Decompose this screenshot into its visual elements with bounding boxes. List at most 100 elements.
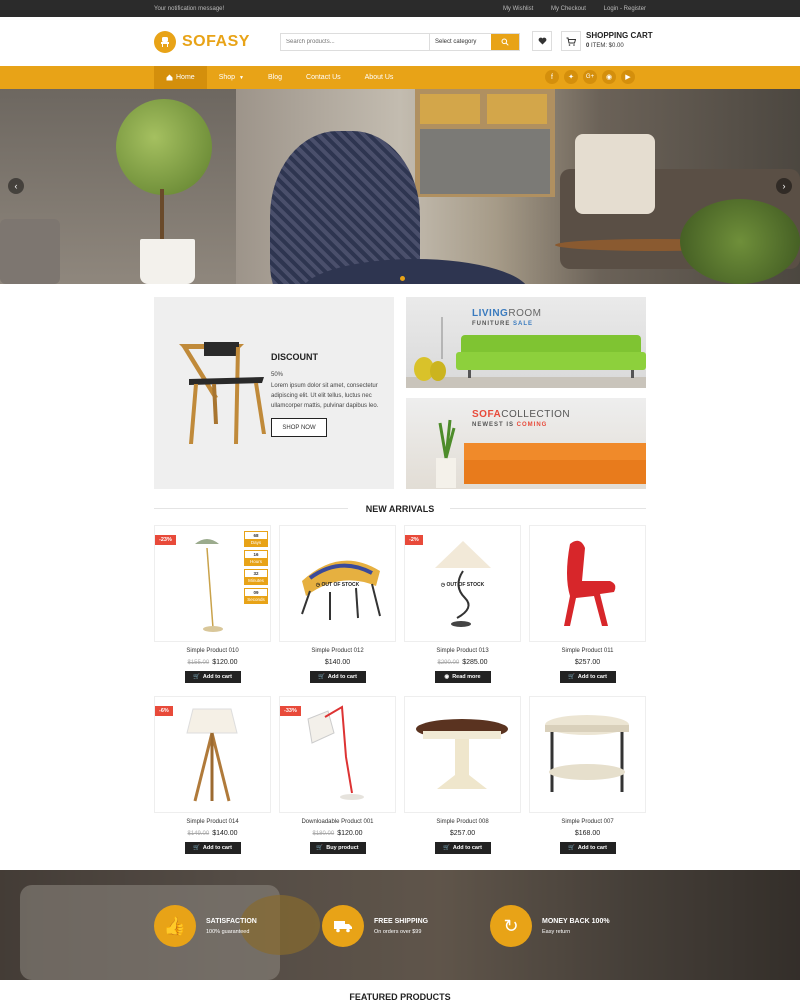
product-name[interactable]: Simple Product 014 [154,819,271,825]
hero-plant [680,199,800,284]
product-image[interactable] [529,696,646,813]
add-to-cart-button[interactable]: 🛒 Add to cart [559,842,616,854]
add-to-cart-button[interactable]: 🛒 Add to cart [184,842,241,854]
product-price: $257.00 [529,659,646,666]
product-name[interactable]: Simple Product 010 [154,648,271,654]
action-label: Read more [452,674,481,680]
product-card[interactable]: -2% ◷ OUT OF STOCK Simple Product 013 $2… [404,525,521,683]
login-register-link[interactable]: Login - Register [604,6,646,12]
round-table-image [416,719,508,789]
product-image[interactable]: -23% 68 Days 16 Hours 32 Minutes 09 Seconds [154,525,271,642]
cart-summary[interactable]: SHOPPING CART 0 ITEM: $0.00 [586,31,653,49]
timer-seconds: 09 Seconds [244,588,268,604]
nav-home[interactable]: Home [154,66,207,89]
buy-product-button[interactable]: 🛒 Buy product [309,842,366,854]
old-price: $155.00 [187,660,210,666]
discount-badge: -23% [155,535,176,545]
checkout-link[interactable]: My Checkout [551,6,586,12]
wishlist-link[interactable]: My Wishlist [503,6,533,12]
product-card[interactable]: Simple Product 007 $168.00 🛒 Add to cart [529,696,646,854]
search-input[interactable] [281,34,429,50]
living-room-banner[interactable]: LIVINGROOM FUNITURE SALE [406,297,646,388]
notification-message: Your notification message! [154,5,225,12]
product-name[interactable]: Simple Product 013 [404,648,521,654]
timer-seconds-value: 09 [253,590,259,595]
nav-contact[interactable]: Contact Us [294,66,353,89]
add-to-cart-button[interactable]: 🛒 Add to cart [309,671,366,683]
slider-next-button[interactable]: › [776,178,792,194]
product-image[interactable] [529,525,646,642]
top-bar: Your notification message! My Wishlist M… [0,0,800,17]
product-image[interactable]: -33% [279,696,396,813]
current-price: $257.00 [574,659,601,666]
countdown-timer: 68 Days 16 Hours 32 Minutes 09 Seconds [244,531,268,607]
google-plus-icon[interactable]: G+ [583,70,597,84]
read-more-button[interactable]: ◉ Read more [434,671,491,683]
add-to-cart-button[interactable]: 🛒 Add to cart [434,842,491,854]
product-image[interactable]: -6% [154,696,271,813]
category-select[interactable]: Select category [429,34,491,50]
youtube-icon[interactable]: ▶ [621,70,635,84]
shop-now-button[interactable]: SHOP NOW [271,418,327,437]
timer-minutes-unit: Minutes [245,577,267,584]
product-card[interactable]: ◷ OUT OF STOCK Simple Product 012 $140.0… [279,525,396,683]
cart-icon: 🛒 [193,674,200,680]
chevron-right-icon: › [782,181,786,191]
product-name[interactable]: Simple Product 007 [529,819,646,825]
nav-about[interactable]: About Us [353,66,406,89]
features-strip: 👍 SATISFACTION 100% guaranteed FREE SHIPP… [0,870,800,980]
cart-icon: 🛒 [316,845,324,851]
action-label: Add to cart [577,674,607,680]
facebook-icon[interactable]: f [545,70,559,84]
product-image[interactable]: -2% ◷ OUT OF STOCK [404,525,521,642]
product-image[interactable]: ◷ OUT OF STOCK [279,525,396,642]
twitter-icon[interactable]: ✦ [564,70,578,84]
product-card[interactable]: -23% 68 Days 16 Hours 32 Minutes 09 Seconds … [154,525,271,683]
add-to-cart-button[interactable]: 🛒 Add to cart [559,671,616,683]
cart-icon: 🛒 [318,674,325,680]
main-nav: Home Shop ▼ Blog Contact Us About Us [0,66,800,89]
product-image[interactable] [404,696,521,813]
hero-slider [0,89,800,284]
discount-banner[interactable]: DISCOUNT 50% Lorem ipsum dolor sit amet,… [154,297,394,489]
product-card[interactable]: -6% Simple Product 014 $149.00 $140.00 🛒 A… [154,696,271,854]
nav-blog[interactable]: Blog [256,66,294,89]
cart-icon: 🛒 [568,674,575,680]
logo[interactable]: SOFASY [154,30,250,53]
orange-sofa-image [436,419,646,488]
product-name[interactable]: Simple Product 012 [279,648,396,654]
side-table-image [545,715,629,792]
red-chair-image [564,540,616,626]
product-card[interactable]: -33% Downloadable Product 001 $180.00 $12… [279,696,396,854]
timer-hours: 16 Hours [244,550,268,566]
search-button[interactable] [491,34,519,50]
sofa-collection-banner[interactable]: SOFACOLLECTION NEWEST IS COMING [406,398,646,489]
product-card[interactable]: Simple Product 011 $257.00 🛒 Add to cart [529,525,646,683]
action-label: Add to cart [202,674,232,680]
product-price: $155.00 $120.00 [154,659,271,666]
out-of-stock-label: ◷ OUT OF STOCK [280,582,395,588]
promo-banners: DISCOUNT 50% Lorem ipsum dolor sit amet,… [154,297,646,489]
slider-dot[interactable] [400,276,405,281]
product-card[interactable]: Simple Product 008 $257.00 🛒 Add to cart [404,696,521,854]
search-bar: Select category [280,33,520,51]
product-name[interactable]: Simple Product 011 [529,648,646,654]
cart-button[interactable] [561,31,581,51]
product-name[interactable]: Simple Product 008 [404,819,521,825]
discount-text: Lorem ipsum dolor sit amet, consectetur … [271,383,379,409]
featured-products-title: FEATURED PRODUCTS [349,992,451,1002]
thumbs-up-icon: 👍 [154,905,196,947]
cart-items: 0 ITEM: $0.00 [586,43,653,49]
nav-shop[interactable]: Shop ▼ [207,66,256,89]
slider-prev-button[interactable]: ‹ [8,178,24,194]
action-label: Add to cart [202,845,232,851]
feature-title: SATISFACTION [206,917,257,925]
instagram-icon[interactable]: ◉ [602,70,616,84]
discount-badge: -33% [280,706,301,716]
wishlist-button[interactable] [532,31,552,51]
product-name[interactable]: Downloadable Product 001 [279,819,396,825]
hero-shelf [415,89,555,197]
current-price: $120.00 [337,830,363,837]
cart-count: 0 [586,43,590,49]
add-to-cart-button[interactable]: 🛒 Add to cart [184,671,241,683]
